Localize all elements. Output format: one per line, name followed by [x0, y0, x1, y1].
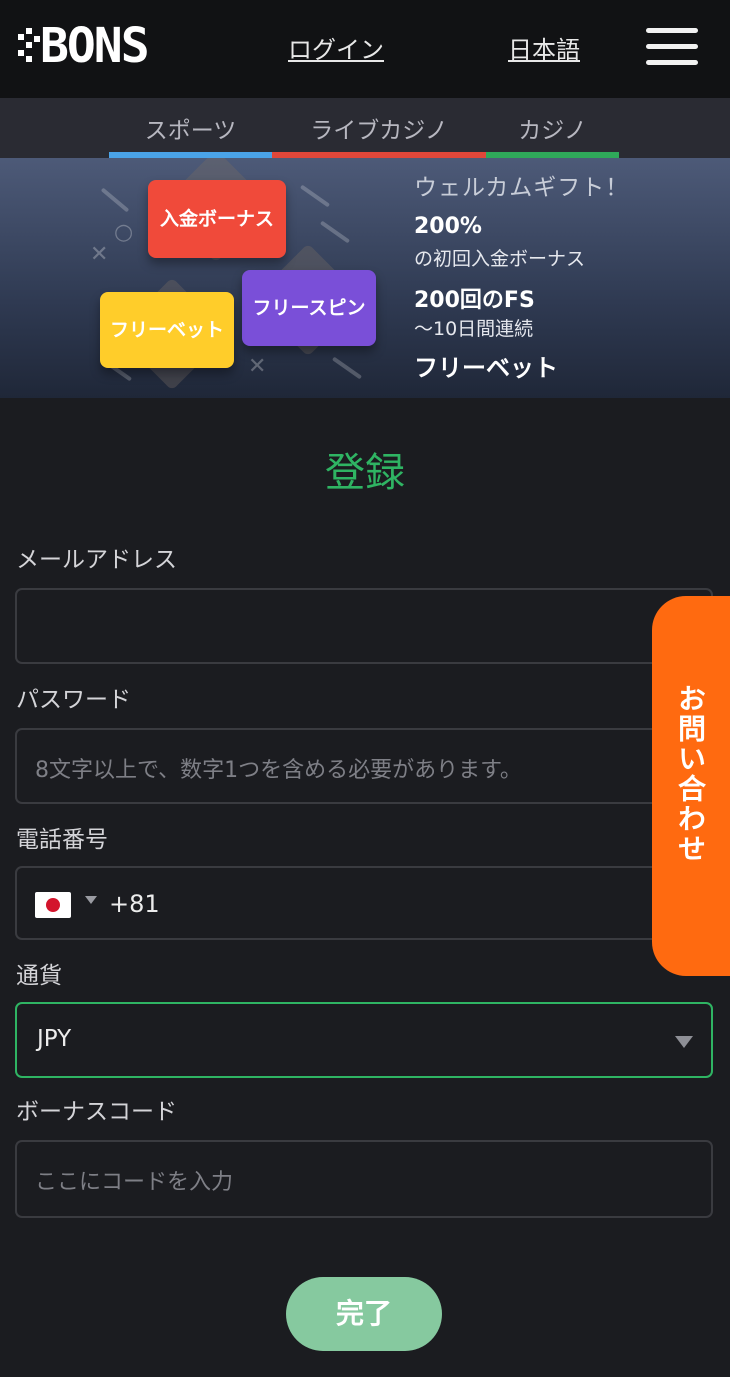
password-placeholder: 8文字以上で、数字1つを含める必要があります。: [35, 758, 522, 783]
currency-label: 通貨: [16, 963, 62, 989]
currency-select[interactable]: JPY: [15, 1002, 713, 1078]
bonus-code-input[interactable]: ここにコードを入力: [15, 1140, 713, 1218]
email-field[interactable]: [15, 588, 713, 664]
free-spin-card: フリースピン: [242, 270, 376, 346]
phone-field[interactable]: +81: [15, 866, 713, 940]
cross-decoration-icon: ✕: [90, 242, 109, 267]
tab-sports[interactable]: スポーツ: [109, 98, 272, 158]
email-label: メールアドレス: [16, 547, 177, 573]
phone-label: 電話番号: [16, 827, 108, 853]
hamburger-icon[interactable]: [646, 26, 698, 68]
banner-decoration: [319, 220, 351, 244]
tab-live-casino-label: ライブカジノ: [310, 118, 448, 144]
circle-decoration-icon: ○: [114, 220, 134, 245]
cross-decoration-icon: ✕: [248, 354, 267, 379]
tab-casino[interactable]: カジノ: [486, 98, 619, 158]
tab-sports-label: スポーツ: [144, 118, 237, 144]
deposit-bonus-card: 入金ボーナス: [148, 180, 286, 258]
promo-freebet: フリーベット: [414, 354, 558, 382]
welcome-banner[interactable]: ✕ ✕ ○ 入金ボーナス フリースピン フリーベット ウェルカムギフト！ 200…: [0, 158, 730, 398]
promo-deposit-percent: 200%: [414, 214, 482, 239]
category-nav: スポーツ ライブカジノ カジノ: [0, 98, 730, 158]
banner-decoration: [100, 187, 130, 213]
contact-tab[interactable]: お問い合わせ: [652, 596, 730, 976]
chevron-down-icon: [675, 1036, 693, 1048]
banner-decoration: [331, 356, 363, 380]
dial-code: +81: [109, 890, 160, 918]
banner-decoration: [299, 184, 331, 208]
bonus-code-label: ボーナスコード: [16, 1099, 177, 1125]
tab-live-casino[interactable]: ライブカジノ: [272, 98, 486, 158]
promo-fs-text: ～10日間連続: [414, 318, 534, 340]
bons-logo[interactable]: BONS: [18, 20, 238, 70]
logo-text: BONS: [40, 20, 148, 70]
chevron-down-icon[interactable]: [85, 896, 97, 904]
free-bet-card: フリーベット: [100, 292, 234, 368]
submit-button[interactable]: 完了: [286, 1277, 442, 1351]
promo-title: ウェルカムギフト！: [414, 175, 630, 201]
currency-selected-value: JPY: [37, 1026, 72, 1052]
contact-tab-label: お問い合わせ: [674, 684, 707, 864]
login-link[interactable]: ログイン: [288, 30, 384, 65]
japan-flag-icon[interactable]: [35, 892, 71, 918]
tab-casino-label: カジノ: [518, 118, 587, 144]
page-title: 登録: [325, 450, 405, 496]
password-field[interactable]: 8文字以上で、数字1つを含める必要があります。: [15, 728, 713, 804]
top-header: BONS ログイン 日本語: [0, 0, 730, 98]
bonus-code-placeholder: ここにコードを入力: [35, 1170, 234, 1195]
promo-deposit-text: の初回入金ボーナス: [414, 248, 586, 270]
language-link[interactable]: 日本語: [508, 30, 580, 65]
password-label: パスワード: [16, 687, 131, 713]
promo-fs-count: 200回のFS: [414, 288, 535, 313]
